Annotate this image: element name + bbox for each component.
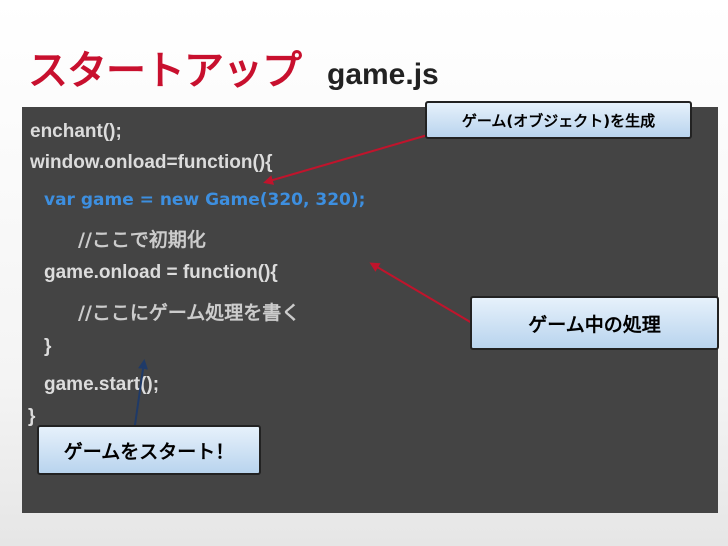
callout-game-start: ゲームをスタート！ xyxy=(37,425,261,475)
arrow-to-onload xyxy=(369,262,473,324)
callout-game-process: ゲーム中の処理 xyxy=(470,296,719,350)
arrow-to-start xyxy=(133,359,148,433)
callout-create-game: ゲーム(オブジェクト)を生成 xyxy=(425,101,692,139)
arrow-to-game-constructor xyxy=(263,131,439,185)
